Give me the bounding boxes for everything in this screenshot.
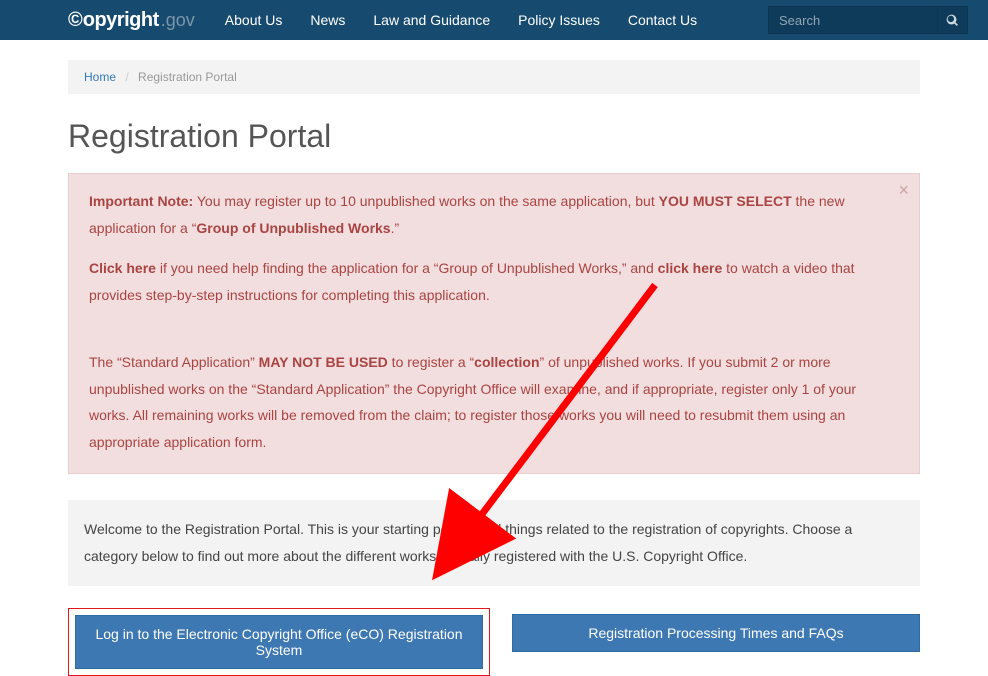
- alert-paragraph-1: Important Note: You may register up to 1…: [89, 188, 899, 241]
- breadcrumb-separator: /: [125, 70, 128, 84]
- logo-c-icon: ©: [68, 9, 83, 32]
- login-eco-button[interactable]: Log in to the Electronic Copyright Offic…: [75, 615, 483, 669]
- search-icon: [946, 14, 959, 27]
- page-title: Registration Portal: [68, 118, 920, 155]
- alert-click-here-2[interactable]: click here: [658, 260, 723, 276]
- top-navbar: ©opyright.gov About Us News Law and Guid…: [0, 0, 988, 40]
- logo-text-main: opyright: [83, 9, 159, 32]
- login-button-highlight: Log in to the Electronic Copyright Offic…: [68, 608, 490, 676]
- main-nav: About Us News Law and Guidance Policy Is…: [225, 12, 697, 28]
- nav-news[interactable]: News: [310, 12, 345, 28]
- nav-policy-issues[interactable]: Policy Issues: [518, 12, 600, 28]
- nav-law-guidance[interactable]: Law and Guidance: [373, 12, 490, 28]
- breadcrumb: Home / Registration Portal: [68, 60, 920, 94]
- close-icon: ×: [898, 180, 909, 200]
- welcome-panel: Welcome to the Registration Portal. This…: [68, 500, 920, 585]
- search-button[interactable]: [938, 6, 968, 34]
- welcome-text: Welcome to the Registration Portal. This…: [84, 521, 852, 564]
- alert-important-label: Important Note:: [89, 193, 193, 209]
- site-logo[interactable]: ©opyright.gov: [68, 9, 195, 32]
- alert-click-here-1[interactable]: Click here: [89, 260, 156, 276]
- nav-contact-us[interactable]: Contact Us: [628, 12, 697, 28]
- important-note-alert: × Important Note: You may register up to…: [68, 173, 920, 474]
- breadcrumb-current: Registration Portal: [138, 70, 237, 84]
- alert-paragraph-2: Click here if you need help finding the …: [89, 255, 899, 308]
- search-form: [768, 6, 968, 34]
- processing-times-faqs-button[interactable]: Registration Processing Times and FAQs: [512, 614, 920, 652]
- logo-text-suffix: .gov: [161, 10, 195, 31]
- close-alert-button[interactable]: ×: [898, 180, 909, 201]
- search-input[interactable]: [768, 6, 938, 34]
- faqs-button-wrap: Registration Processing Times and FAQs: [512, 608, 920, 676]
- nav-about-us[interactable]: About Us: [225, 12, 283, 28]
- breadcrumb-home[interactable]: Home: [84, 70, 116, 84]
- alert-paragraph-3: The “Standard Application” MAY NOT BE US…: [89, 349, 899, 455]
- action-buttons-row: Log in to the Electronic Copyright Offic…: [68, 608, 920, 676]
